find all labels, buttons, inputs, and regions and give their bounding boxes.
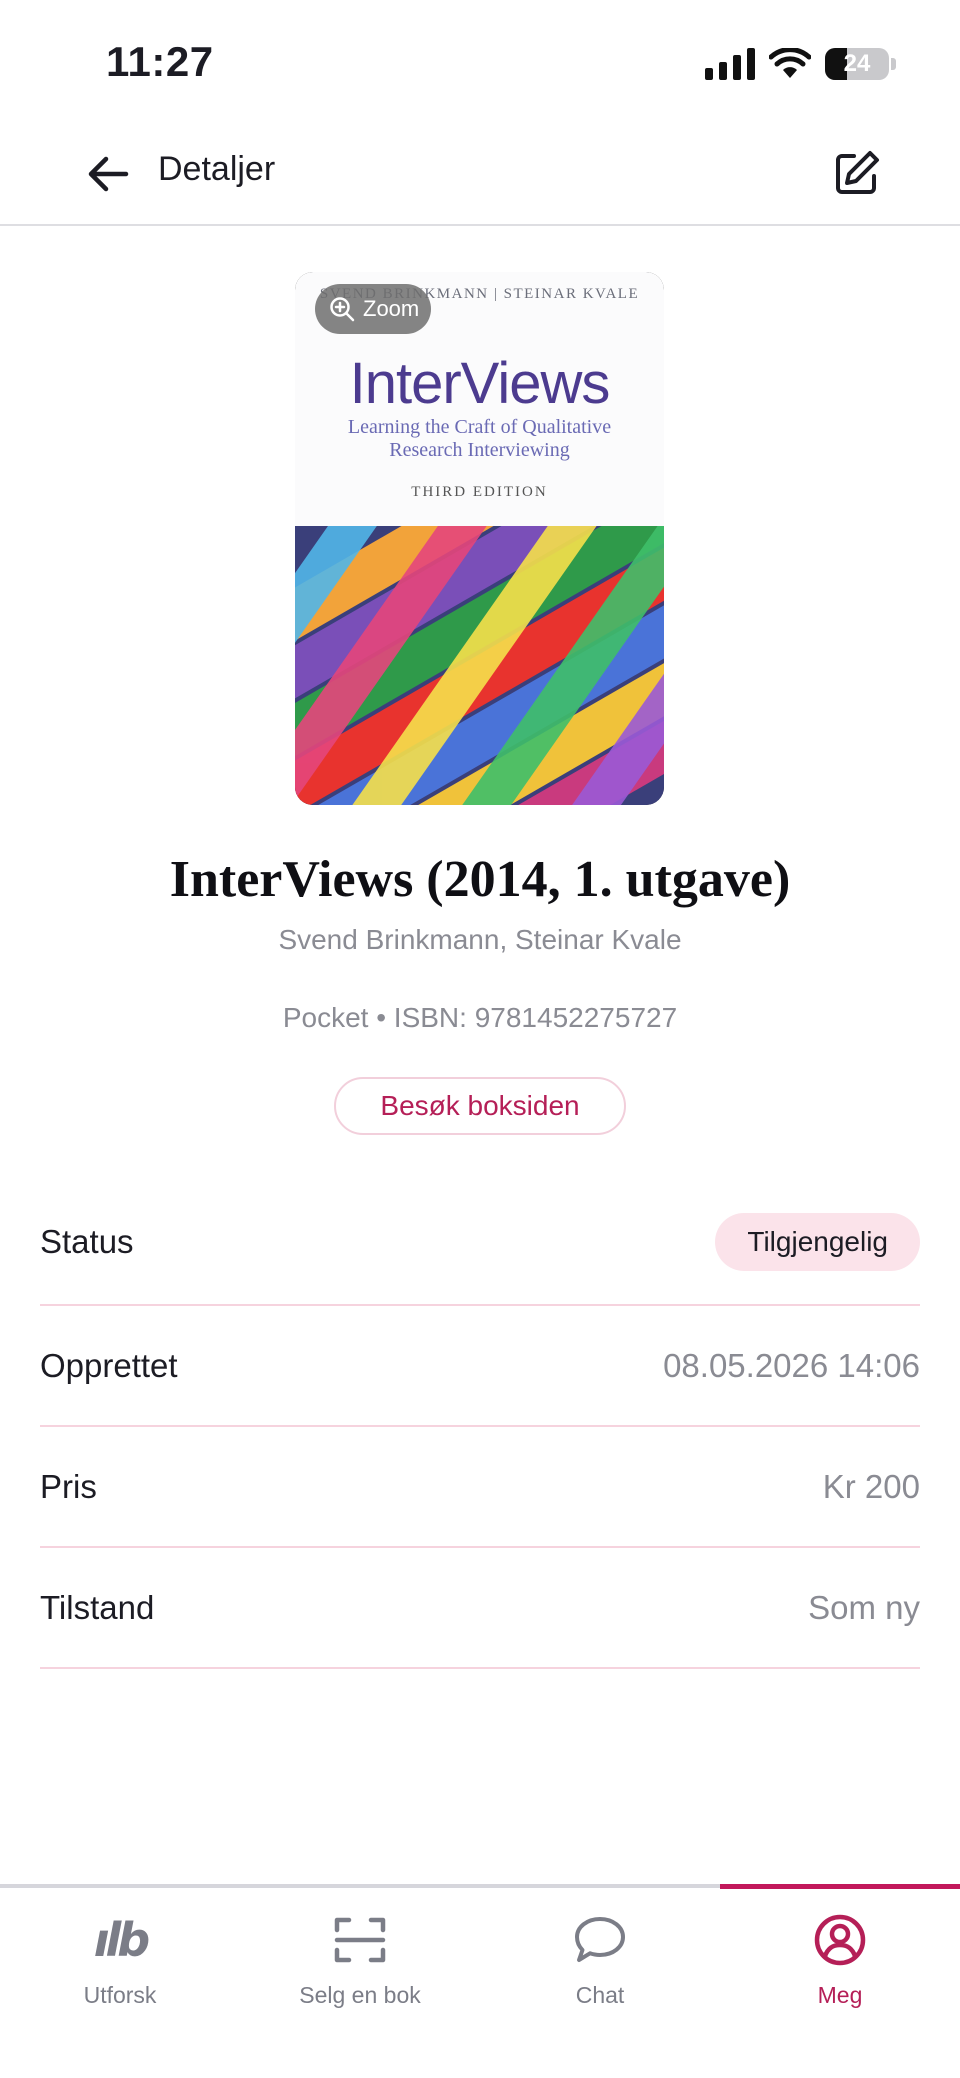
wifi-icon: [769, 48, 811, 78]
cover-weave-artwork: [295, 526, 664, 805]
book-authors: Svend Brinkmann, Steinar Kvale: [278, 924, 682, 955]
detail-row-created: Opprettet 08.05.2026 14:06: [40, 1306, 920, 1427]
bottom-navigation: ılb Utforsk Selg en bok Chat Meg: [0, 1884, 960, 2078]
status-icons: 24: [705, 44, 896, 84]
visit-book-page-button[interactable]: Besøk boksiden: [334, 1077, 626, 1135]
detail-row-status: Status Tilgjengelig: [40, 1180, 920, 1306]
nav-item-meg[interactable]: Meg: [720, 1884, 960, 2078]
zoom-in-icon: [330, 297, 355, 322]
price-label: Pris: [40, 1467, 97, 1505]
nav-label-meg: Meg: [817, 1982, 863, 2008]
profile-icon: [810, 1910, 870, 1970]
nav-label-selg-en-bok: Selg en bok: [299, 1982, 421, 2008]
edit-button[interactable]: [826, 142, 888, 204]
back-button[interactable]: [78, 144, 138, 204]
cover-subtitle: Learning the Craft of Qualitative Resear…: [347, 416, 612, 461]
condition-value: Som ny: [808, 1588, 920, 1626]
nav-label-chat: Chat: [575, 1982, 625, 2008]
status-time: 11:27: [106, 38, 214, 85]
scan-icon: [330, 1910, 390, 1970]
book-format-isbn: Pocket • ISBN: 9781452275727: [282, 1002, 678, 1033]
nav-item-utforsk[interactable]: ılb Utforsk: [0, 1888, 240, 2078]
zoom-button[interactable]: Zoom: [315, 284, 431, 334]
status-label: Status: [40, 1223, 134, 1260]
created-value: 08.05.2026 14:06: [663, 1346, 920, 1384]
created-label: Opprettet: [40, 1346, 178, 1384]
edit-icon: [836, 151, 879, 194]
nav-item-selg-en-bok[interactable]: Selg en bok: [240, 1888, 480, 2078]
battery-tip: [891, 58, 896, 70]
price-value: Kr 200: [822, 1467, 920, 1505]
chat-icon: [570, 1910, 630, 1970]
zoom-label: Zoom: [363, 296, 420, 321]
book-cover-image[interactable]: SVEND BRINKMANN | STEINAR KVALE InterVie…: [295, 272, 664, 805]
cover-title: InterViews: [349, 351, 611, 416]
battery-level: 24: [843, 50, 871, 77]
status-bar: 11:27 24: [0, 0, 960, 120]
arrow-left-icon: [88, 156, 129, 192]
condition-label: Tilstand: [40, 1588, 155, 1626]
cellular-signal-icon: [705, 48, 755, 80]
details-list: Status Tilgjengelig Opprettet 08.05.2026…: [40, 1180, 920, 1669]
battery-icon: 24: [825, 48, 889, 80]
detail-row-price: Pris Kr 200: [40, 1427, 920, 1548]
cover-edition: THIRD EDITION: [411, 484, 548, 500]
top-app-bar: Detaljer: [0, 120, 960, 226]
nav-item-chat[interactable]: Chat: [480, 1888, 720, 2078]
logo-icon: ılb: [93, 1913, 151, 1967]
book-title: InterViews (2014, 1. utgave): [169, 851, 791, 908]
page-title: Detaljer: [158, 150, 276, 188]
nav-label-utforsk: Utforsk: [83, 1982, 157, 2008]
status-badge: Tilgjengelig: [715, 1213, 920, 1271]
detail-row-condition: Tilstand Som ny: [40, 1548, 920, 1669]
